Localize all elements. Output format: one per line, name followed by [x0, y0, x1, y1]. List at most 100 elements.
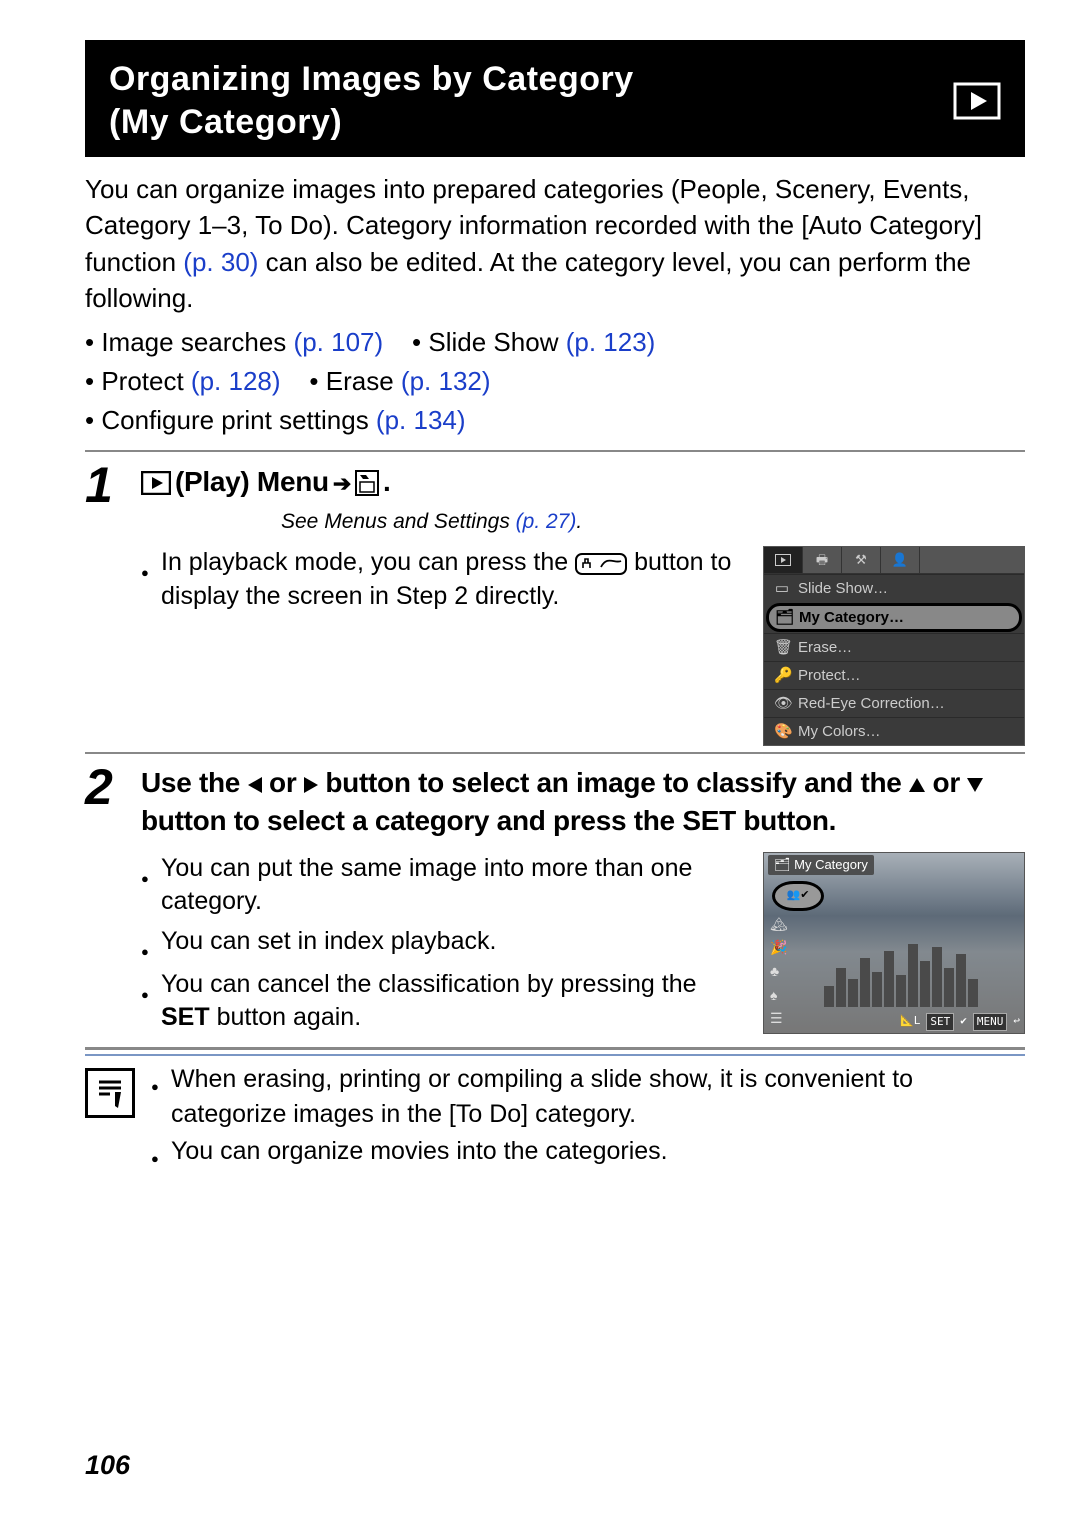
step-2-heading: Use the or button to select an image to … — [141, 764, 1025, 840]
step-1-body: (Play) Menu . See Menus and Settings (p.… — [135, 458, 1025, 747]
section-title-bar: Organizing Images by Category (My Catego… — [85, 40, 1025, 157]
see-reference: See Menus and Settings (p. 27). — [281, 507, 1025, 536]
menu-tab-play-icon — [764, 547, 803, 573]
menu-tab-print-icon: 🖶 — [803, 547, 842, 573]
see-trail: . — [576, 510, 582, 533]
page-number: 106 — [85, 1450, 130, 1481]
cat-shot-category-icons: 🏔 🎉 ♣ ♠ ☰ — [770, 915, 788, 1029]
arrow-right-icon — [333, 462, 351, 501]
cat-shot-check-icon: ✔ — [960, 1013, 967, 1030]
step-2-heading-f: button. — [736, 805, 836, 836]
section-title: Organizing Images by Category (My Catego… — [109, 58, 634, 143]
page-ref-27[interactable]: (p. 27) — [516, 510, 577, 533]
play-menu-icon — [141, 462, 171, 501]
step-number-1: 1 — [85, 458, 135, 510]
step-1-text: In playback mode, you can press the butt… — [141, 546, 747, 620]
menu-screenshot: 🖶 ⚒ 👤 ▭Slide Show… 🗂My Category… 🗑Erase…… — [763, 546, 1025, 746]
step-2-content: You can put the same image into more tha… — [141, 852, 1025, 1041]
set-bold: SET — [161, 1003, 210, 1031]
menu-item-protect: 🔑Protect… — [764, 661, 1024, 689]
intro-paragraph: You can organize images into prepared ca… — [85, 171, 1025, 317]
step-1-bullet-a: In playback mode, you can press the — [161, 548, 575, 576]
bullet-row-3: • Configure print settings (p. 134) — [85, 401, 1025, 440]
menu-item-my-category-label: My Category… — [799, 607, 904, 628]
cat-shot-bottom-bar: 📐L SET ✔ MENU ↩ — [900, 1013, 1020, 1030]
note-icon — [85, 1068, 135, 1118]
see-text: See Menus and Settings — [281, 510, 516, 533]
cat-icon-todo: ☰ — [770, 1009, 788, 1029]
playback-mode-icon — [953, 81, 1001, 121]
manual-page: Organizing Images by Category (My Catego… — [0, 0, 1080, 1521]
cat-shot-image-skyline — [824, 937, 1014, 1007]
cat-shot-title-text: My Category — [794, 857, 868, 872]
page-ref-132[interactable]: (p. 132) — [401, 366, 491, 396]
step-number-2: 2 — [85, 760, 135, 812]
cat-icon-events: 🎉 — [770, 938, 788, 958]
step-2-heading-d: or — [925, 767, 967, 798]
page-ref-128[interactable]: (p. 128) — [191, 366, 281, 396]
divider — [85, 450, 1025, 452]
bullet-image-searches: Image searches — [101, 327, 293, 357]
cat-icon-cat1: ♣ — [770, 962, 788, 982]
step-1-content: In playback mode, you can press the butt… — [141, 546, 1025, 746]
cat-shot-size-icon: 📐L — [900, 1013, 920, 1030]
right-arrow-icon — [304, 767, 318, 798]
menu-item-slide-show-label: Slide Show… — [798, 578, 888, 599]
page-ref-123[interactable]: (p. 123) — [566, 327, 656, 357]
bullet-slide-show: Slide Show — [428, 327, 565, 357]
step-2-bullet-3a: You can cancel the classification by pre… — [161, 970, 697, 998]
page-ref-107[interactable]: (p. 107) — [294, 327, 384, 357]
cat-icon-scenery: 🏔 — [770, 915, 788, 935]
step-2-heading-a: Use the — [141, 767, 248, 798]
bullet-row-2: • Protect (p. 128) • Erase (p. 132) — [85, 362, 1025, 401]
up-arrow-icon — [909, 767, 925, 798]
step-1-heading-text: (Play) Menu — [175, 462, 329, 501]
menu-item-redeye: 👁Red-Eye Correction… — [764, 689, 1024, 717]
step-1-bullet: In playback mode, you can press the butt… — [161, 546, 747, 614]
title-line-1: Organizing Images by Category — [109, 60, 634, 98]
left-arrow-icon — [248, 767, 262, 798]
cat-shot-set-button: SET — [926, 1013, 954, 1030]
title-line-2: (My Category) — [109, 103, 342, 141]
step-2-text: You can put the same image into more tha… — [141, 852, 747, 1041]
menu-item-slide-show: ▭Slide Show… — [764, 574, 1024, 602]
page-ref-30[interactable]: (p. 30) — [183, 247, 258, 277]
menu-tab-person-icon: 👤 — [881, 547, 920, 573]
category-screenshot: 🗂 My Category 👥✔ 🏔 🎉 ♣ ♠ ☰ 📐L SET — [763, 852, 1025, 1034]
print-share-button-icon — [575, 548, 634, 576]
divider — [85, 752, 1025, 754]
step-2-heading-e: button to select a category and press th… — [141, 805, 682, 836]
step-2-body: Use the or button to select an image to … — [135, 760, 1025, 1041]
step-1: 1 (Play) Menu . See Menus and Settings (… — [85, 458, 1025, 747]
note-1: When erasing, printing or compiling a sl… — [171, 1062, 1025, 1132]
menu-item-erase: 🗑Erase… — [764, 633, 1024, 661]
divider-thick — [85, 1047, 1025, 1050]
step-2-bullet-1: You can put the same image into more tha… — [161, 852, 747, 920]
cat-shot-selected-category: 👥✔ — [772, 881, 824, 911]
note-body: When erasing, printing or compiling a sl… — [151, 1062, 1025, 1171]
menu-item-my-category: 🗂My Category… — [766, 603, 1022, 632]
menu-item-redeye-label: Red-Eye Correction… — [798, 693, 945, 714]
feature-bullet-list: • Image searches (p. 107) • Slide Show (… — [85, 323, 1025, 440]
menu-item-protect-label: Protect… — [798, 665, 861, 686]
note-section: When erasing, printing or compiling a sl… — [85, 1062, 1025, 1171]
menu-tab-bar: 🖶 ⚒ 👤 — [764, 547, 1024, 574]
note-2: You can organize movies into the categor… — [171, 1134, 1025, 1169]
divider-accent — [85, 1054, 1025, 1056]
bullet-erase: Erase — [326, 366, 401, 396]
step-1-heading-trail: . — [383, 462, 390, 501]
step-2-bullet-2: You can set in index playback. — [161, 925, 747, 961]
cat-icon-cat2: ♠ — [770, 986, 788, 1006]
menu-item-erase-label: Erase… — [798, 637, 852, 658]
cat-shot-return-icon: ↩ — [1013, 1013, 1020, 1030]
down-arrow-icon — [967, 767, 983, 798]
cat-shot-menu-button: MENU — [973, 1013, 1008, 1030]
cat-shot-title: 🗂 My Category — [768, 855, 874, 875]
step-2-heading-c: button to select an image to classify an… — [318, 767, 909, 798]
bullet-protect: Protect — [101, 366, 191, 396]
step-2-bullet-3: You can cancel the classification by pre… — [161, 968, 747, 1036]
page-ref-134[interactable]: (p. 134) — [376, 405, 466, 435]
step-1-heading: (Play) Menu . — [141, 462, 1025, 501]
step-2-bullet-3b: button again. — [210, 1003, 362, 1031]
menu-item-mycolors-label: My Colors… — [798, 721, 881, 742]
